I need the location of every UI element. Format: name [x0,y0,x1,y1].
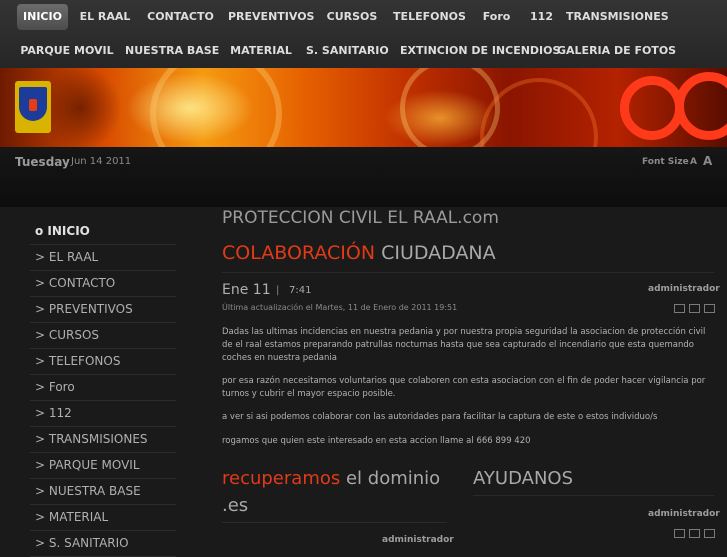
article-date: Ene 11 [222,282,271,298]
site-title[interactable]: PROTECCION CIVIL EL RAAL.com [222,208,499,228]
article-paragraph: Dadas las ultimas incidencias en nuestra… [222,327,706,363]
sidebar-item-label: > S. SANITARIO [35,536,129,550]
title-divider [222,272,714,273]
nav-item-parque-movil[interactable]: PARQUE MOVIL [20,38,114,64]
sidebar-item-label: > Foro [35,380,75,394]
header-banner [0,68,727,147]
nav-item-el-raal[interactable]: EL RAAL [78,4,132,30]
nav-item-transmisiones[interactable]: TRANSMISIONES [566,4,669,30]
top-navigation: INICIO EL RAAL CONTACTO PREVENTIVOS CURS… [0,0,727,68]
article-paragraph: a ver si asi podemos colaborar con las a… [222,412,658,422]
article-author: administrador [648,284,720,294]
article-paragraph: por esa razón necesitamos voluntarios qu… [222,376,706,399]
sidebar-item-material[interactable]: > MATERIAL [30,505,176,531]
article-title-rest: CIUDADANA [375,242,496,264]
nav-item-contacto[interactable]: CONTACTO [144,4,217,30]
sidebar-item-label: > MATERIAL [35,510,109,524]
shield-mark [29,99,37,111]
sidebar-item-label: > PREVENTIVOS [35,302,133,316]
nav-item-inicio[interactable]: INICIO [17,4,68,30]
email-icon[interactable] [704,529,715,538]
nav-item-s-sanitario[interactable]: S. SANITARIO [306,38,389,64]
nav-item-material[interactable]: MATERIAL [229,38,293,64]
shield-inner [19,87,47,121]
sidebar-item-label: > EL RAAL [35,250,99,264]
article-title-highlight: COLABORACIÓN [222,242,376,264]
article-title[interactable]: COLABORACIÓN CIUDADANA [222,242,496,264]
nav-item-cursos[interactable]: CURSOS [324,4,380,30]
sidebar-item-s-sanitario[interactable]: > S. SANITARIO [30,531,176,557]
current-date: Jun 14 2011 [71,156,132,167]
sidebar-item-label: > 112 [35,406,72,420]
column-divider [222,522,447,523]
sidebar-item-contacto[interactable]: > CONTACTO [30,271,176,297]
sidebar-item-el-raal[interactable]: > EL RAAL [30,245,176,271]
ayudanos-author: administrador [648,509,720,519]
nav-item-nuestra-base[interactable]: NUESTRA BASE [125,38,219,64]
nav-item-112[interactable]: 112 [527,4,556,30]
sidebar-item-inicio[interactable]: o INICIO [30,219,176,245]
pdf-icon[interactable] [674,529,685,538]
nav-item-telefonos[interactable]: TELEFONOS [390,4,469,30]
article-tools [674,298,719,313]
current-day: Tuesday [15,155,70,169]
sidebar-item-transmisiones[interactable]: > TRANSMISIONES [30,427,176,453]
sidebar-item-parque-movil[interactable]: > PARQUE MOVIL [30,453,176,479]
recuperamos-author: administrador [382,535,454,545]
banner-swirl [150,68,282,147]
ayudanos-tools [674,523,719,538]
date-separator: | [276,285,280,296]
column-divider [473,495,714,496]
banner-ring [675,72,727,140]
sidebar-item-label: > CURSOS [35,328,100,342]
sidebar-item-foro[interactable]: > Foro [30,375,176,401]
article-paragraph: rogamos que quien este interesado en est… [222,436,531,446]
article-updated: Última actualización el Martes, 11 de En… [222,303,458,312]
nav-row-1: INICIO EL RAAL CONTACTO PREVENTIVOS CURS… [0,0,727,34]
article-time: 7:41 [289,285,312,296]
sidebar-item-preventivos[interactable]: > PREVENTIVOS [30,297,176,323]
recuperamos-title-highlight: recuperamos [222,468,341,489]
sidebar-item-nuestra-base[interactable]: > NUESTRA BASE [30,479,176,505]
nav-item-foro[interactable]: Foro [478,4,515,30]
shield-logo-icon[interactable] [15,81,51,133]
article-title-ayudanos[interactable]: AYUDANOS [473,465,573,492]
sidebar-item-label: > TELEFONOS [35,354,121,368]
sidebar-item-112[interactable]: > 112 [30,401,176,427]
font-size-large-button[interactable]: A [703,154,712,168]
font-size-label: Font Size [642,157,689,167]
sidebar-item-label: > NUESTRA BASE [35,484,141,498]
banner-swirl [480,78,598,147]
nav-item-extincion-de-incendios[interactable]: EXTINCION DE INCENDIOS [400,38,560,64]
article-title-recuperamos[interactable]: recuperamos el dominio .es [222,465,447,519]
sidebar-item-cursos[interactable]: > CURSOS [30,323,176,349]
nav-item-preventivos[interactable]: PREVENTIVOS [228,4,314,30]
sidebar-item-telefonos[interactable]: > TELEFONOS [30,349,176,375]
font-size-small-button[interactable]: A [690,157,697,167]
print-icon[interactable] [689,529,700,538]
print-icon[interactable] [689,304,700,313]
pdf-icon[interactable] [674,304,685,313]
nav-item-galeria-de-fotos[interactable]: GALERIA DE FOTOS [557,38,676,64]
sidebar-item-label: > PARQUE MOVIL [35,458,140,472]
sidebar-item-label: > TRANSMISIONES [35,432,148,446]
sidebar-item-label: > CONTACTO [35,276,116,290]
nav-row-2: PARQUE MOVIL NUESTRA BASE MATERIAL S. SA… [0,34,727,68]
email-icon[interactable] [704,304,715,313]
sidebar-item-label: o INICIO [35,224,90,238]
